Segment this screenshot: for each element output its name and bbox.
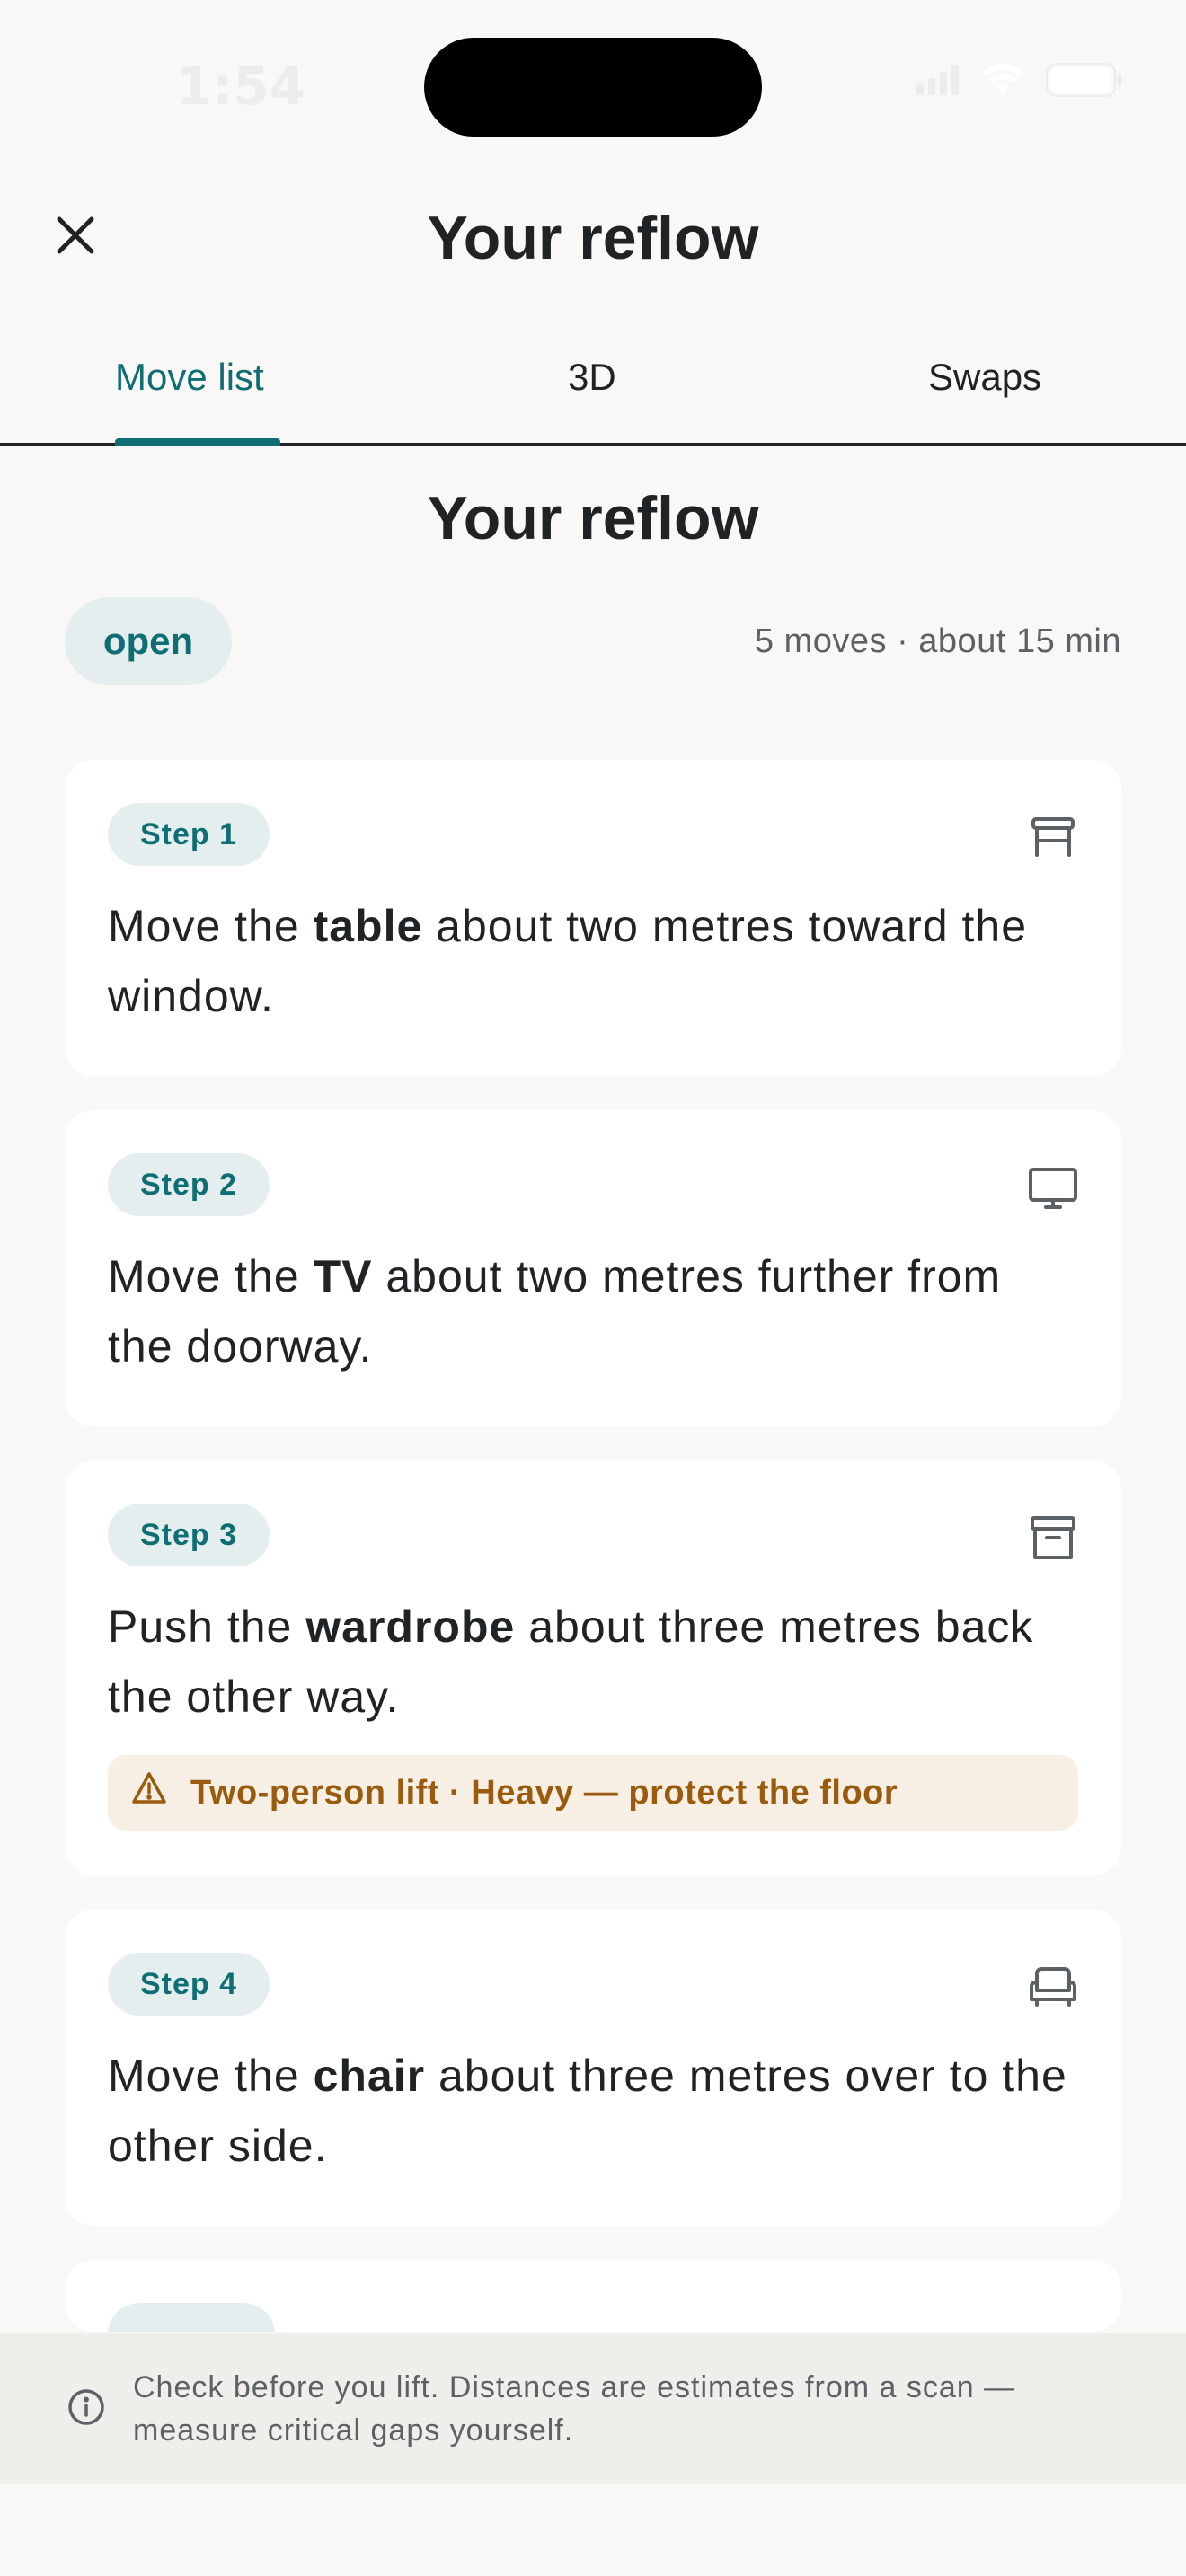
step-card[interactable]: Step 3 Push the wardrobe about three met… (65, 1460, 1121, 1875)
tab-move-list[interactable]: Move list (115, 356, 264, 399)
step-card[interactable]: Step 2 Move the TV about two metres furt… (65, 1110, 1121, 1426)
step-text: Push the wardrobe about three metres bac… (108, 1601, 1034, 1722)
disclaimer-text: Check before you lift. Distances are est… (133, 2370, 1016, 2448)
archive-box-icon (1026, 1511, 1080, 1565)
step-item: table (313, 901, 423, 951)
wifi-icon (981, 63, 1024, 101)
step-card[interactable] (65, 2260, 1121, 2332)
step-item: chair (313, 2051, 426, 2101)
summary-meta: 5 moves · about 15 min (754, 622, 1121, 660)
step-card[interactable]: Step 4 Move the chair about three metres… (65, 1910, 1121, 2226)
step-card[interactable]: Step 1 Move the table about two metres t… (65, 760, 1121, 1076)
info-icon (66, 2387, 106, 2431)
summary-row: open 5 moves · about 15 min (65, 597, 1121, 685)
status-icons (916, 63, 1123, 101)
warning-text: Two-person lift · Heavy — protect the fl… (190, 1773, 898, 1812)
step-badge: Step 2 (108, 1153, 270, 1216)
table-icon (1026, 810, 1080, 864)
step-badge: Step 3 (108, 1504, 270, 1566)
tab-bar: Move list 3D Swaps (0, 332, 1186, 446)
warning-icon (131, 1770, 167, 1815)
steps-list: Step 1 Move the table about two metres t… (65, 760, 1121, 2366)
step-item: TV (313, 1251, 373, 1301)
step-badge (108, 2303, 275, 2332)
status-bar: 1:54 (0, 0, 1186, 171)
step-text: Move the table about two metres toward t… (108, 901, 1028, 1021)
page-title: Your reflow (427, 204, 759, 272)
active-tab-indicator (115, 438, 280, 446)
disclaimer-banner: Check before you lift. Distances are est… (0, 2333, 1186, 2484)
battery-icon (1046, 63, 1123, 101)
dynamic-island (424, 38, 762, 137)
header: Your reflow (0, 180, 1186, 305)
armchair-icon (1026, 1960, 1080, 2014)
warning-banner: Two-person lift · Heavy — protect the fl… (108, 1755, 1078, 1831)
tab-swaps[interactable]: Swaps (928, 356, 1041, 399)
step-text: Move the TV about two metres further fro… (108, 1251, 1002, 1372)
step-badge: Step 1 (108, 803, 270, 866)
tv-icon (1026, 1160, 1080, 1214)
section-title: Your reflow (427, 484, 759, 552)
status-time: 1:54 (176, 56, 306, 117)
tab-3d[interactable]: 3D (568, 356, 616, 399)
step-item: wardrobe (305, 1601, 516, 1652)
step-badge: Step 4 (108, 1953, 270, 2016)
step-text: Move the chair about three metres over t… (108, 2051, 1067, 2171)
signal-icon (916, 65, 960, 100)
status-badge: open (65, 597, 232, 685)
